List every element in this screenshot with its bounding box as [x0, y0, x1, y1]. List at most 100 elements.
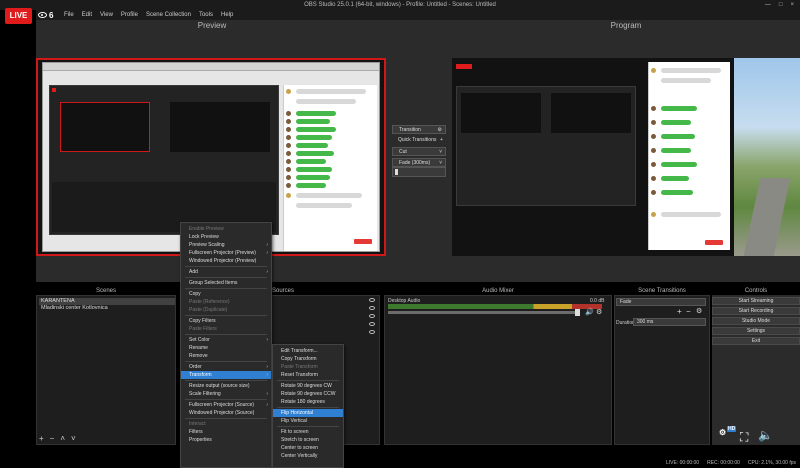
transform-menu-item-label: Center to screen	[281, 445, 318, 451]
chevron-down-icon[interactable]: ˅	[439, 148, 442, 156]
remove-scene-icon[interactable]: −	[50, 434, 55, 443]
chat-message	[296, 143, 328, 148]
program-canvas	[452, 58, 734, 256]
transform-menu-item[interactable]: Rotate 90 degrees CW	[273, 382, 343, 390]
quality-settings-icon[interactable]: ⚙ HD	[719, 426, 737, 440]
transform-menu-item[interactable]: Copy Transform	[273, 355, 343, 363]
fullscreen-icon[interactable]: ⛶	[740, 430, 748, 445]
move-up-icon[interactable]: ˄	[60, 434, 65, 443]
menu-profile[interactable]: Profile	[121, 10, 138, 20]
menu-tools[interactable]: Tools	[199, 10, 213, 20]
add-icon[interactable]: +	[440, 136, 443, 144]
transform-menu-item[interactable]: Rotate 90 degrees CCW	[273, 390, 343, 398]
add-transition-icon[interactable]: +	[677, 307, 682, 316]
chat-message	[296, 203, 352, 208]
transition-slider[interactable]	[392, 167, 446, 177]
gear-icon[interactable]: ⚙	[596, 308, 602, 316]
transform-menu-item[interactable]: Center Vertically	[273, 452, 343, 460]
settings-button[interactable]: Settings	[712, 327, 800, 335]
context-menu-item[interactable]: Rename	[181, 344, 271, 352]
chat-message	[661, 212, 721, 217]
context-menu-item[interactable]: Fullscreen Projector (Preview) ›	[181, 249, 271, 257]
menu-file[interactable]: File	[64, 10, 74, 20]
transform-menu-item[interactable]: Flip Horizontal	[273, 409, 343, 417]
start-recording-button[interactable]: Start Recording	[712, 307, 800, 315]
context-menu-item[interactable]: Fullscreen Projector (Source) ›	[181, 401, 271, 409]
studio-mode-button[interactable]: Studio Mode	[712, 317, 800, 325]
minimize-button[interactable]: —	[765, 0, 771, 10]
context-menu-item[interactable]: Filters	[181, 428, 271, 436]
context-menu-item[interactable]: Order ›	[181, 363, 271, 371]
chevron-right-icon: ›	[266, 372, 268, 378]
transition-slider-handle[interactable]	[395, 169, 398, 175]
transition-label: Transition	[399, 127, 421, 133]
duration-input[interactable]: 300 ms	[633, 318, 706, 326]
menu-separator	[185, 334, 267, 335]
context-menu-item[interactable]: Windowed Projector (Preview)	[181, 257, 271, 265]
menu-help[interactable]: Help	[221, 10, 233, 20]
volume-fader[interactable]	[388, 311, 578, 314]
fade-button[interactable]: Fade (300ms) ˅	[392, 158, 446, 167]
add-scene-icon[interactable]: +	[39, 434, 44, 443]
start-streaming-button[interactable]: Start Streaming	[712, 297, 800, 305]
close-button[interactable]: ×	[790, 0, 794, 10]
context-menu-item[interactable]: Set Color ›	[181, 336, 271, 344]
menu-view[interactable]: View	[100, 10, 113, 20]
transform-menu-item-label: Reset Transform	[281, 372, 318, 378]
speaker-icon[interactable]: 🔊	[585, 308, 594, 316]
context-menu-item[interactable]: Lock Preview	[181, 233, 271, 241]
captured-red-button	[705, 240, 723, 245]
remove-transition-icon[interactable]: −	[686, 307, 691, 316]
transform-menu-item[interactable]: Center to screen	[273, 444, 343, 452]
volume-fader-handle[interactable]	[575, 309, 580, 316]
scene-item[interactable]: Mladinski center Kotlovnica	[39, 305, 175, 312]
move-down-icon[interactable]: ˅	[71, 434, 76, 443]
context-menu-item[interactable]: Remove	[181, 352, 271, 360]
context-menu-item[interactable]: Windowed Projector (Source)	[181, 409, 271, 417]
transform-menu-item[interactable]: Reset Transform	[273, 371, 343, 379]
viewer-counter: 6	[38, 10, 60, 20]
context-menu-item[interactable]: Copy Filters	[181, 317, 271, 325]
visibility-icon[interactable]	[369, 330, 375, 334]
context-menu-item-label: Order	[189, 364, 202, 370]
transition-button[interactable]: Transition ⚙	[392, 125, 446, 134]
scene-item[interactable]: KARANTENA	[39, 298, 175, 305]
context-menu-item[interactable]: Copy	[181, 290, 271, 298]
gear-icon[interactable]: ⚙	[438, 126, 442, 134]
transform-menu-item-label: Flip Horizontal	[281, 410, 313, 416]
captured-obs-window	[456, 86, 636, 206]
transform-menu-item-label: Paste Transform	[281, 364, 318, 370]
visibility-icon[interactable]	[369, 322, 375, 326]
transform-menu-item[interactable]: Stretch to screen	[273, 436, 343, 444]
transform-menu-item[interactable]: Fit to screen	[273, 428, 343, 436]
visibility-icon[interactable]	[369, 314, 375, 318]
visibility-icon[interactable]	[369, 298, 375, 302]
transform-menu-item[interactable]: Rotate 180 degrees	[273, 398, 343, 406]
chat-message	[661, 78, 711, 83]
context-menu-item[interactable]: Transform ›	[181, 371, 271, 379]
transform-menu-item[interactable]: Flip Vertical	[273, 417, 343, 425]
chevron-down-icon[interactable]: ˅	[439, 159, 442, 167]
scene-transitions-title: Scene Transitions	[638, 288, 686, 294]
chat-message	[661, 162, 697, 167]
transition-select[interactable]: Fade	[616, 298, 706, 306]
context-menu-item[interactable]: Properties	[181, 436, 271, 444]
context-menu-item[interactable]: Add ›	[181, 268, 271, 276]
menu-edit[interactable]: Edit	[82, 10, 92, 20]
visibility-icon[interactable]	[369, 306, 375, 310]
captured-chat-panel	[283, 85, 377, 251]
menu-scene-collection[interactable]: Scene Collection	[146, 10, 191, 20]
context-menu-item[interactable]: Resize output (source size)	[181, 382, 271, 390]
chat-message	[296, 111, 336, 116]
volume-icon[interactable]: 🔈	[758, 428, 773, 442]
context-menu-item[interactable]: Group Selected Items	[181, 279, 271, 287]
exit-button[interactable]: Exit	[712, 337, 800, 345]
maximize-button[interactable]: □	[779, 0, 783, 10]
context-menu-item[interactable]: Preview Scaling ›	[181, 241, 271, 249]
transform-menu-item[interactable]: Edit Transform...	[273, 347, 343, 355]
context-menu-item-label: Remove	[189, 353, 208, 359]
gear-icon[interactable]: ⚙	[696, 307, 702, 315]
context-menu-item[interactable]: Scale Filtering ›	[181, 390, 271, 398]
chat-avatar	[286, 111, 291, 116]
cut-button[interactable]: Cut ˅	[392, 147, 446, 156]
